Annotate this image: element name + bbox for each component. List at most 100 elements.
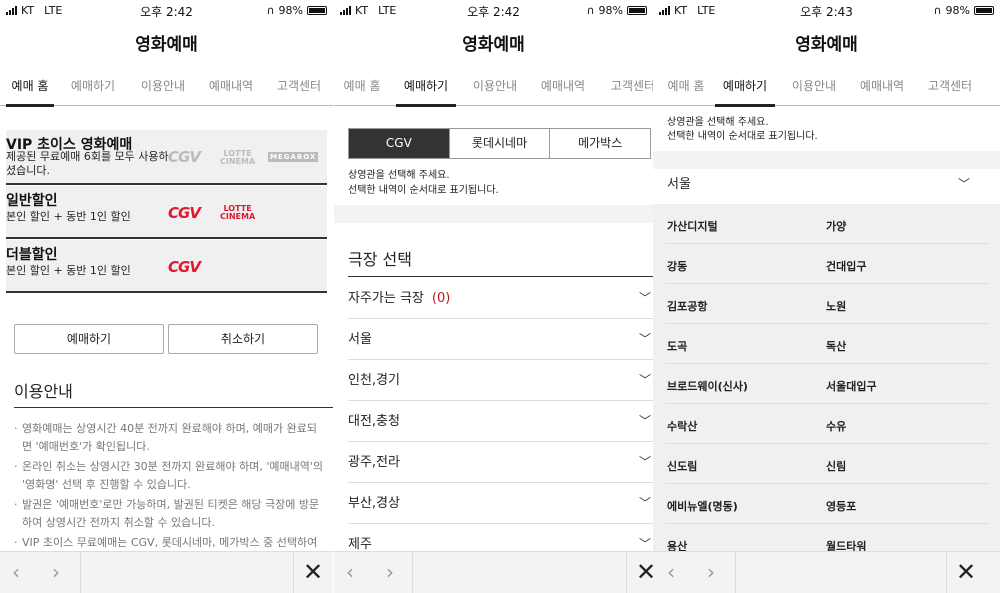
tab-guide[interactable]: 이용안내 xyxy=(470,66,520,106)
lotte-cinema-logo: LOTTE CINEMA xyxy=(220,149,256,166)
status-bar: KT LTE 오후 2:42 ∩ 98% xyxy=(334,0,653,20)
cgv-logo: CGV xyxy=(168,148,201,166)
headphones-icon: ∩ xyxy=(933,4,942,17)
region-label: 제주 xyxy=(348,537,372,552)
card-desc: 제공된 무료예매 6회를 모두 사용하 xyxy=(6,150,169,163)
select-note-sub: 선택한 내역이 순서대로 표기됩니다. xyxy=(348,185,499,196)
theater-option[interactable]: 에비뉴엘(명동) xyxy=(667,498,738,514)
favorites-accordion[interactable]: 자주가는 극장 (0) ﹀ xyxy=(348,278,653,319)
general-discount-card[interactable]: 일반할인 본인 할인 + 동반 1인 할인 CGV LOTTE CINEMA xyxy=(6,186,327,239)
tab-book[interactable]: 예매하기 xyxy=(396,66,456,107)
chevron-down-icon: ﹀ xyxy=(957,177,970,191)
theater-option[interactable]: 영등포 xyxy=(826,498,856,514)
region-label: 광주,전라 xyxy=(348,455,400,470)
close-icon[interactable]: ✕ xyxy=(956,560,976,584)
double-discount-card[interactable]: 더블할인 본인 할인 + 동반 1인 할인 CGV xyxy=(6,240,327,293)
page-title: 영화예매 xyxy=(135,35,198,55)
browser-toolbar: ‹ › ✕ xyxy=(334,551,653,593)
guide-item: 발권은 '예매번호'로만 가능하며, 발권된 티켓은 해당 극장에 방문하여 상… xyxy=(14,496,324,532)
card-title: 일반할인 xyxy=(6,193,58,209)
tab-bar: 예매 홈 예매하기 이용안내 예매내역 고객센터 xyxy=(0,66,333,107)
theater-option[interactable]: 가산디지털 xyxy=(667,218,718,234)
tab-book[interactable]: 예매하기 xyxy=(68,66,118,106)
theater-select-heading: 극장 선택 xyxy=(348,250,412,269)
tab-support[interactable]: 고객센터 xyxy=(925,66,975,106)
screen-booking-home: KT LTE 오후 2:42 ∩ 98% 영화예매 예매 홈 예매하기 이용안내 예… xyxy=(0,0,333,593)
battery-icon xyxy=(627,6,647,15)
tab-book[interactable]: 예매하기 xyxy=(715,66,775,107)
close-icon[interactable]: ✕ xyxy=(303,560,323,584)
region-daejeon-chungcheong[interactable]: 대전,충청 ﹀ xyxy=(348,401,653,442)
chevron-left-icon[interactable]: ‹ xyxy=(12,562,20,582)
region-label: 서울 xyxy=(667,177,691,192)
region-seoul-expanded[interactable]: 서울 ﹀ xyxy=(667,164,972,205)
card-desc: 본인 할인 + 동반 1인 할인 xyxy=(6,210,131,223)
select-note-sub: 선택한 내역이 순서대로 표기됩니다. xyxy=(667,131,818,142)
lotte-cinema-logo: LOTTE CINEMA xyxy=(220,204,256,221)
cinema-lotte-button[interactable]: 롯데시네마 xyxy=(448,129,550,158)
theater-option[interactable]: 도곡 xyxy=(667,338,687,354)
chevron-left-icon[interactable]: ‹ xyxy=(667,562,675,582)
battery-label: 98% xyxy=(278,4,303,17)
tab-booking-home[interactable]: 예매 홈 xyxy=(342,66,382,106)
cinema-megabox-button[interactable]: 메가박스 xyxy=(549,129,650,158)
theater-option[interactable]: 신도림 xyxy=(667,458,697,474)
toolbar-divider xyxy=(735,552,736,593)
vip-choice-card[interactable]: VIP 초이스 영화예매 제공된 무료예매 6회를 모두 사용하 셨습니다. C… xyxy=(6,130,327,185)
theater-option[interactable]: 김포공항 xyxy=(667,298,707,314)
theater-option[interactable]: 독산 xyxy=(826,338,846,354)
region-gwangju-jeolla[interactable]: 광주,전라 ﹀ xyxy=(348,442,653,483)
section-spacer xyxy=(334,205,653,223)
tab-support[interactable]: 고객센터 xyxy=(274,66,324,106)
row-divider xyxy=(665,323,988,324)
theater-option[interactable]: 서울대입구 xyxy=(826,378,877,394)
theater-option[interactable]: 가양 xyxy=(826,218,846,234)
tab-history[interactable]: 예매내역 xyxy=(538,66,588,106)
tab-support[interactable]: 고객센터 xyxy=(608,66,653,106)
theater-option[interactable]: 신림 xyxy=(826,458,846,474)
guide-heading: 이용안내 xyxy=(14,382,73,401)
region-label: 서울 xyxy=(348,332,372,347)
chevron-left-icon[interactable]: ‹ xyxy=(346,562,354,582)
cinema-cgv-button[interactable]: CGV xyxy=(349,129,449,158)
battery-label: 98% xyxy=(598,4,623,17)
toolbar-divider xyxy=(946,552,947,593)
row-divider xyxy=(665,243,988,244)
cinema-chain-selector: CGV 롯데시네마 메가박스 xyxy=(348,128,651,159)
chevron-right-icon[interactable]: › xyxy=(386,562,394,582)
theater-option[interactable]: 건대입구 xyxy=(826,258,866,274)
row-divider xyxy=(665,403,988,404)
battery-icon xyxy=(307,6,327,15)
tab-booking-home[interactable]: 예매 홈 xyxy=(6,66,54,107)
tab-bar: 예매 홈 예매하기 이용안내 예매내역 고객센터 xyxy=(334,66,653,107)
row-divider xyxy=(665,363,988,364)
cancel-button[interactable]: 취소하기 xyxy=(168,324,318,354)
theater-option[interactable]: 노원 xyxy=(826,298,846,314)
theater-option[interactable]: 수락산 xyxy=(667,418,697,434)
region-seoul[interactable]: 서울 ﹀ xyxy=(348,319,653,360)
headphones-icon: ∩ xyxy=(266,4,275,17)
chevron-right-icon[interactable]: › xyxy=(707,562,715,582)
headphones-icon: ∩ xyxy=(586,4,595,17)
tab-history[interactable]: 예매내역 xyxy=(206,66,256,106)
select-note: 상영관을 선택해 주세요. xyxy=(667,117,769,128)
tab-guide[interactable]: 이용안내 xyxy=(789,66,839,106)
guide-item: 온라인 취소는 상영시간 30분 전까지 완료해야 하며, '예매내역'의 '영… xyxy=(14,458,324,494)
theater-option[interactable]: 브로드웨이(신사) xyxy=(667,378,748,394)
theater-option[interactable]: 강동 xyxy=(667,258,687,274)
tab-bar: 예매 홈 예매하기 이용안내 예매내역 고객센터 xyxy=(653,66,1000,107)
guide-list: 영화예매는 상영시간 40분 전까지 완료해야 하며, 예매가 완료되면 '예매… xyxy=(14,420,324,554)
chevron-down-icon: ﹀ xyxy=(638,291,651,305)
close-icon[interactable]: ✕ xyxy=(636,560,653,584)
tab-guide[interactable]: 이용안내 xyxy=(138,66,188,106)
tab-booking-home[interactable]: 예매 홈 xyxy=(661,66,711,106)
page-title: 영화예매 xyxy=(795,35,858,55)
chevron-right-icon[interactable]: › xyxy=(52,562,60,582)
book-button[interactable]: 예매하기 xyxy=(14,324,164,354)
region-incheon-gyeonggi[interactable]: 인천,경기 ﹀ xyxy=(348,360,653,401)
region-busan-gyeongsang[interactable]: 부산,경상 ﹀ xyxy=(348,483,653,524)
guide-item: 영화예매는 상영시간 40분 전까지 완료해야 하며, 예매가 완료되면 '예매… xyxy=(14,420,324,456)
tab-history[interactable]: 예매내역 xyxy=(857,66,907,106)
cgv-logo: CGV xyxy=(168,204,201,222)
theater-option[interactable]: 수유 xyxy=(826,418,846,434)
